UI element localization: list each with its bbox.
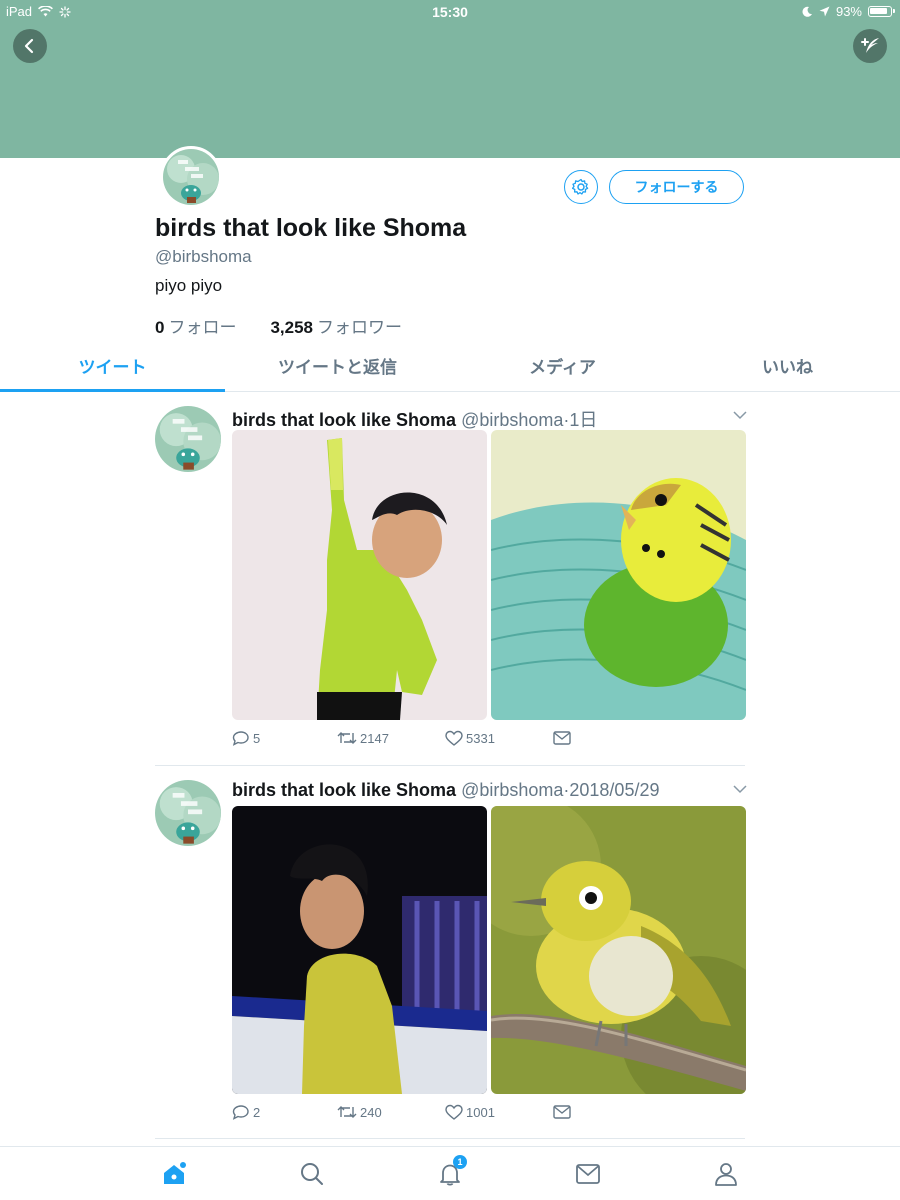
person-icon <box>715 1163 737 1186</box>
tweet-author-name[interactable]: birds that look like Shoma <box>232 780 456 800</box>
moon-icon <box>802 6 812 17</box>
tweet-divider <box>155 765 745 766</box>
retweet-count: 240 <box>360 1104 382 1120</box>
profile-stats: 0 フォロー 3,258 フォロワー <box>155 313 402 338</box>
nav-profile[interactable] <box>711 1159 741 1189</box>
direct-message-button[interactable] <box>553 730 571 746</box>
profile-bio: piyo piyo <box>155 276 223 295</box>
tweet-author-handle: @birbshoma <box>461 780 564 800</box>
chevron-down-icon[interactable] <box>733 784 747 794</box>
tweet-author-handle: @birbshoma <box>461 410 564 430</box>
status-bar: iPad 15:30 93% <box>0 0 900 24</box>
profile-tabs: ツイート ツイートと返信 メディア いいね <box>0 346 900 392</box>
tweet-media <box>232 806 746 1094</box>
location-icon <box>819 6 830 17</box>
tweet-image-budgerigar[interactable] <box>491 430 746 720</box>
clock: 15:30 <box>432 4 468 20</box>
skater-photo <box>232 806 487 1094</box>
tweet-avatar[interactable] <box>155 780 221 846</box>
budgerigar-photo <box>491 430 746 720</box>
tweet[interactable]: birds that look like Shoma @birbshoma·20… <box>155 780 747 1130</box>
chevron-left-icon <box>24 38 34 54</box>
profile-settings-button[interactable] <box>564 170 598 204</box>
back-button[interactable] <box>13 29 47 63</box>
tweet-time: 1日 <box>569 410 598 430</box>
profile-name: birds that look like Shoma <box>155 214 467 242</box>
retweet-icon <box>337 732 357 744</box>
tweet-actions: 5 2147 5331 <box>232 730 571 746</box>
nav-messages[interactable] <box>573 1159 603 1189</box>
like-button[interactable]: 5331 <box>445 730 553 746</box>
following-count: 0 <box>155 318 165 337</box>
followers-count: 3,258 <box>270 318 314 337</box>
tweet[interactable]: birds that look like Shoma @birbshoma·1日 <box>155 406 747 756</box>
following-label: フォロー <box>168 318 237 337</box>
white-eye-bird-photo <box>491 806 746 1094</box>
nav-search[interactable] <box>297 1159 327 1189</box>
chevron-down-icon[interactable] <box>733 410 747 420</box>
followers-stat[interactable]: 3,258 フォロワー <box>270 313 402 338</box>
compose-feather-icon <box>861 38 879 53</box>
compose-tweet-button[interactable] <box>853 29 887 63</box>
mail-icon <box>553 731 571 745</box>
profile-avatar[interactable] <box>160 146 222 208</box>
tweet-time: 2018/05/29 <box>569 780 660 800</box>
battery-icon <box>868 6 895 17</box>
tab-tweets-and-replies[interactable]: ツイートと返信 <box>225 346 450 391</box>
heart-icon <box>445 730 463 746</box>
like-count: 5331 <box>466 730 495 746</box>
tweet-avatar[interactable] <box>155 406 221 472</box>
bottom-navigation: 1 <box>0 1146 900 1200</box>
tweet-header: birds that look like Shoma @birbshoma·1日 <box>232 406 597 432</box>
notifications-badge: 1 <box>453 1155 467 1169</box>
following-stat[interactable]: 0 フォロー <box>155 313 236 338</box>
tweet-image-white-eye[interactable] <box>491 806 746 1094</box>
heart-icon <box>445 1104 463 1120</box>
follow-button[interactable]: フォローする <box>609 170 744 204</box>
retweet-button[interactable]: 2147 <box>337 730 445 746</box>
gear-icon <box>572 178 589 195</box>
skater-photo <box>232 430 487 720</box>
tweet-media <box>232 430 746 720</box>
tweet-image-skater[interactable] <box>232 806 487 1094</box>
tweet-actions: 2 240 1001 <box>232 1104 571 1120</box>
nav-home[interactable] <box>159 1159 189 1189</box>
tweet-divider <box>155 1138 745 1139</box>
reply-button[interactable]: 2 <box>232 1104 337 1120</box>
tab-likes[interactable]: いいね <box>675 346 900 391</box>
avatar-image <box>155 406 221 472</box>
reply-count: 5 <box>253 730 261 746</box>
reply-button[interactable]: 5 <box>232 730 337 746</box>
home-icon <box>164 1162 186 1184</box>
nav-notifications[interactable]: 1 <box>435 1155 467 1189</box>
retweet-button[interactable]: 240 <box>337 1104 445 1120</box>
reply-icon <box>232 1105 249 1120</box>
tweet-image-skater[interactable] <box>232 430 487 720</box>
like-button[interactable]: 1001 <box>445 1104 553 1120</box>
avatar-image <box>155 780 221 846</box>
reply-count: 2 <box>253 1104 261 1120</box>
tweet-author-name[interactable]: birds that look like Shoma <box>232 410 456 430</box>
followers-label: フォロワー <box>317 318 403 337</box>
avatar-image <box>163 149 219 205</box>
battery-percent: 93% <box>835 4 862 19</box>
direct-message-button[interactable] <box>553 1104 571 1120</box>
tweet-header: birds that look like Shoma @birbshoma·20… <box>232 780 659 801</box>
mail-icon <box>576 1164 600 1184</box>
retweet-count: 2147 <box>360 730 389 746</box>
mail-icon <box>553 1105 571 1119</box>
profile-handle: @birbshoma <box>155 247 252 266</box>
like-count: 1001 <box>466 1104 495 1120</box>
search-icon <box>301 1163 323 1185</box>
reply-icon <box>232 731 249 746</box>
tab-media[interactable]: メディア <box>450 346 675 391</box>
tab-tweets[interactable]: ツイート <box>0 346 225 392</box>
retweet-icon <box>337 1106 357 1118</box>
